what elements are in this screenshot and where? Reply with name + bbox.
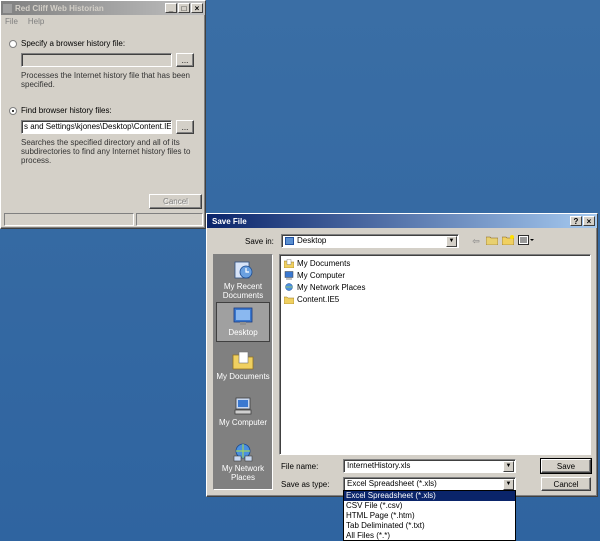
radio-specify-file[interactable] <box>9 40 17 48</box>
file-name: My Network Places <box>297 282 366 292</box>
specify-file-label: Specify a browser history file: <box>21 39 126 48</box>
search-directory-field[interactable]: s and Settings\kjones\Desktop\Content.IE… <box>21 120 172 134</box>
radio-find-files[interactable] <box>9 107 17 115</box>
file-name: Content.IE5 <box>297 294 340 304</box>
save-as-type-label: Save as type: <box>281 480 330 489</box>
option-csv[interactable]: CSV File (*.csv) <box>344 501 515 511</box>
desktop-small-icon <box>285 236 294 245</box>
specify-file-description: Processes the Internet history file that… <box>21 71 190 89</box>
network-places-icon <box>232 442 254 462</box>
file-list[interactable]: My Documents My Computer My Network Plac… <box>279 254 591 455</box>
computer-icon <box>284 270 294 280</box>
chevron-down-icon[interactable]: ▼ <box>446 236 457 247</box>
window-title: Red Cliff Web Historian <box>15 3 104 13</box>
folder-documents-icon <box>284 258 294 268</box>
file-name: My Documents <box>297 258 351 268</box>
folder-icon <box>284 296 294 304</box>
save-in-label: Save in: <box>245 237 274 246</box>
dialog-title: Save File <box>212 216 247 226</box>
my-documents-icon <box>232 350 254 370</box>
back-icon[interactable]: ⇦ <box>469 235 483 247</box>
save-as-type-value: Excel Spreadsheet (*.xls) <box>347 479 437 488</box>
view-menu-icon[interactable] <box>518 235 534 247</box>
save-type-dropdown-list: Excel Spreadsheet (*.xls) CSV File (*.cs… <box>343 490 516 541</box>
historian-window: Red Cliff Web Historian _ □ × File Help … <box>0 0 206 229</box>
save-file-dialog: Save File ? × Save in: Desktop ▼ ⇦ My Re… <box>206 213 598 497</box>
place-label: My Recent Documents <box>222 282 264 300</box>
my-computer-icon <box>232 396 254 416</box>
place-label: My Network Places <box>221 464 265 482</box>
file-name-input[interactable]: InternetHistory.xls ▼ <box>343 459 516 473</box>
save-as-type-select[interactable]: Excel Spreadsheet (*.xls) ▼ <box>343 477 516 491</box>
close-button[interactable]: × <box>583 216 595 226</box>
place-label: Desktop <box>228 328 258 337</box>
file-name-label: File name: <box>281 462 319 471</box>
network-icon <box>285 282 293 291</box>
save-in-combo[interactable]: Desktop ▼ <box>281 234 459 248</box>
option-all-files[interactable]: All Files (*.*) <box>344 531 515 541</box>
option-excel[interactable]: Excel Spreadsheet (*.xls) <box>344 491 515 501</box>
place-label: My Computer <box>218 418 267 427</box>
list-item[interactable]: My Network Places <box>280 281 590 293</box>
new-folder-icon[interactable] <box>501 235 515 247</box>
file-name: My Computer <box>297 270 346 280</box>
status-pane-1 <box>4 213 134 226</box>
chevron-down-icon[interactable]: ▼ <box>503 479 514 490</box>
close-button[interactable]: × <box>191 3 203 13</box>
desktop-icon <box>232 306 254 326</box>
history-file-field[interactable] <box>21 53 172 67</box>
menu-help[interactable]: Help <box>28 17 44 26</box>
maximize-button[interactable]: □ <box>178 3 190 13</box>
historian-title-bar[interactable]: Red Cliff Web Historian _ □ × <box>1 1 205 15</box>
menu-file[interactable]: File <box>5 17 18 26</box>
status-pane-2 <box>136 213 203 226</box>
list-item[interactable]: My Documents <box>280 257 590 269</box>
save-in-value: Desktop <box>297 236 327 245</box>
find-files-label: Find browser history files: <box>21 106 112 115</box>
file-name-value: InternetHistory.xls <box>347 461 411 470</box>
save-dialog-title-bar[interactable]: Save File ? × <box>207 214 597 228</box>
cancel-button[interactable]: Cancel <box>149 194 202 209</box>
recent-documents-icon <box>232 260 254 280</box>
place-desktop[interactable]: Desktop <box>216 302 270 342</box>
find-files-description: Searches the specified directory and all… <box>21 138 191 165</box>
browse-directory-button[interactable]: ... <box>176 120 194 134</box>
place-my-documents[interactable]: My Documents <box>216 347 270 391</box>
help-button[interactable]: ? <box>570 216 582 226</box>
list-item[interactable]: My Computer <box>280 269 590 281</box>
minimize-button[interactable]: _ <box>165 3 177 13</box>
menu-bar: File Help <box>1 15 205 28</box>
places-bar: My Recent Documents Desktop My Documents… <box>213 254 273 490</box>
browse-file-button[interactable]: ... <box>176 53 194 67</box>
up-folder-icon[interactable] <box>485 235 499 247</box>
option-tab-delimited[interactable]: Tab Deliminated (*.txt) <box>344 521 515 531</box>
chevron-down-icon[interactable]: ▼ <box>503 461 514 472</box>
place-my-computer[interactable]: My Computer <box>216 393 270 437</box>
save-button[interactable]: Save <box>540 458 592 474</box>
option-html[interactable]: HTML Page (*.htm) <box>344 511 515 521</box>
place-recent-documents[interactable]: My Recent Documents <box>216 257 270 301</box>
place-label: My Documents <box>216 372 270 381</box>
app-icon <box>3 3 12 13</box>
place-network-places[interactable]: My Network Places <box>216 439 270 487</box>
list-item[interactable]: Content.IE5 <box>280 293 590 305</box>
cancel-button[interactable]: Cancel <box>541 477 591 491</box>
